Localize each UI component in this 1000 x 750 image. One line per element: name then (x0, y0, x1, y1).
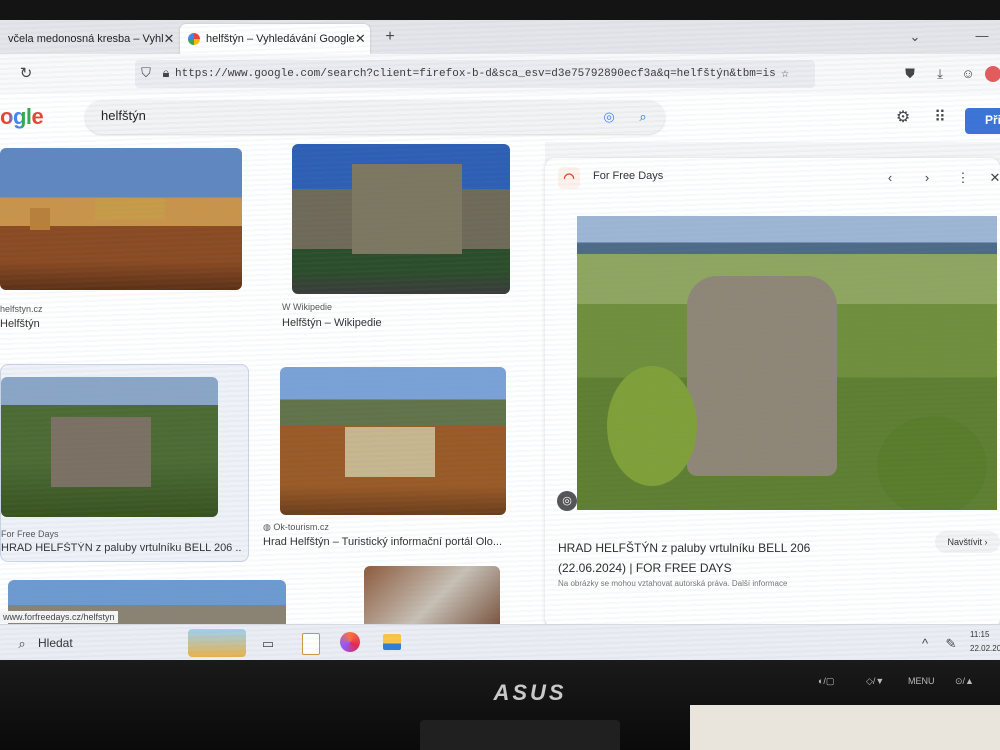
file-explorer-icon[interactable] (383, 634, 401, 650)
tab-bar: včela medonosná kresba – Vyhl ✕ helfštýn… (0, 20, 1000, 54)
tab-helfstyn[interactable]: helfštýn – Vyhledávání Google ✕ (180, 24, 370, 54)
close-icon[interactable]: ✕ (164, 31, 175, 47)
result-source-2[interactable]: W Wikipedie (282, 302, 332, 312)
minimize-icon[interactable]: — (972, 26, 992, 46)
tray-chevron-icon[interactable]: ^ (918, 634, 932, 654)
visit-button[interactable]: Navštívit › (935, 531, 1000, 553)
close-panel-icon[interactable]: ✕ (985, 168, 1000, 188)
result-title-4[interactable]: Hrad Helfštýn – Turistický informační po… (263, 536, 502, 548)
wikipedia-icon: W (282, 302, 293, 312)
result-image-4[interactable] (280, 367, 506, 515)
globe-icon: ◍ (263, 522, 274, 532)
close-icon[interactable]: ✕ (355, 31, 366, 47)
widgets-icon[interactable] (188, 629, 246, 657)
panel-preview-image[interactable] (577, 216, 997, 510)
status-bar-url: www.forfreedays.cz/helfstyn (0, 611, 118, 623)
url-bar[interactable]: ⛉ 🔒︎ https://www.google.com/search?clien… (135, 60, 815, 88)
monitor-button-2[interactable]: ◇/▼ (866, 676, 884, 692)
bookmark-star-icon[interactable]: ☆ (775, 64, 795, 84)
google-favicon-icon (188, 33, 200, 45)
result-source-1[interactable]: helfstyn.cz (0, 304, 43, 314)
more-options-icon[interactable]: ⋮ (953, 168, 973, 188)
shield-icon: ⛉ (141, 66, 151, 81)
sign-in-button[interactable]: Přihlásit (965, 108, 1000, 134)
monitor-power-button[interactable]: ⊙/▲ (955, 676, 974, 692)
result-image-3[interactable] (1, 377, 218, 517)
taskbar-search[interactable]: Hledat (38, 636, 73, 650)
settings-gear-icon[interactable]: ⚙ (893, 108, 913, 128)
reload-icon[interactable]: ↻ (16, 64, 36, 84)
google-logo[interactable]: ogle (0, 104, 44, 130)
url-text: https://www.google.com/search?client=fir… (175, 68, 775, 80)
time: 11:15 (970, 630, 990, 639)
apps-grid-icon[interactable]: ⠿ (930, 108, 950, 128)
result-title-2[interactable]: Helfštýn – Wikipedie (282, 317, 382, 329)
search-icon[interactable]: ⌕ (12, 634, 32, 654)
extension-icon[interactable] (985, 66, 1000, 82)
date: 22.02.2025 (970, 644, 1000, 653)
desk (690, 705, 1000, 750)
task-view-icon[interactable]: ▭ (258, 634, 278, 654)
monitor-stand (420, 720, 620, 750)
result-image-2[interactable] (292, 144, 510, 294)
pen-icon[interactable]: ✎ (943, 634, 959, 654)
download-icon[interactable]: ⤓ (930, 64, 950, 84)
result-source-4[interactable]: ◍ Ok-tourism.cz (263, 522, 329, 533)
image-results: helfstyn.cz Helfštýn W Wikipedie Helfštý… (0, 142, 545, 662)
taskbar: www.forfreedays.cz/helfstyn ⌕ Hledat ▭ ^… (0, 611, 1000, 663)
google-header: ogle helfštýn ◎ ⌕ ⚙ ⠿ Přihlásit (0, 94, 1000, 142)
monitor-bezel-top (0, 0, 1000, 20)
new-tab-button[interactable]: + (380, 27, 400, 47)
lens-icon[interactable]: ◎ (599, 107, 619, 127)
firefox-icon[interactable] (340, 632, 360, 652)
panel-site-name[interactable]: For Free Days (593, 170, 663, 182)
account-icon[interactable]: ☺ (958, 64, 978, 84)
chevron-left-icon[interactable]: ‹ (880, 168, 900, 188)
chevron-right-icon[interactable]: › (917, 168, 937, 188)
result-image-1[interactable] (0, 148, 242, 290)
result-title-1[interactable]: Helfštýn (0, 318, 40, 330)
tab-vcela[interactable]: včela medonosná kresba – Vyhl ✕ (0, 24, 178, 54)
lock-icon: 🔒︎ (162, 66, 170, 81)
screen: včela medonosná kresba – Vyhl ✕ helfštýn… (0, 20, 1000, 663)
monitor-button-1[interactable]: ◐/▢ (818, 676, 834, 692)
chevron-down-icon[interactable]: ⌄ (905, 27, 925, 47)
search-icon[interactable]: ⌕ (633, 107, 653, 127)
panel-title[interactable]: HRAD HELFŠTÝN z paluby vrtulníku BELL 20… (558, 538, 878, 578)
tab-label: včela medonosná kresba – Vyhl (8, 33, 164, 45)
result-card-selected[interactable]: For Free Days HRAD HELFŠTÝN z paluby vrt… (0, 364, 249, 562)
monitor-menu-button[interactable]: MENU (908, 676, 935, 692)
notes-app-icon[interactable] (302, 633, 320, 655)
lens-search-icon[interactable]: ◎ (557, 491, 577, 511)
site-favicon-icon: ◠ (558, 167, 580, 189)
clock[interactable]: 11:15 22.02.2025 (970, 628, 1000, 656)
nav-bar: ↻ ⛉ 🔒︎ https://www.google.com/search?cli… (0, 54, 1000, 95)
result-source-3[interactable]: For Free Days (1, 529, 59, 539)
result-title-3[interactable]: HRAD HELFŠTÝN z paluby vrtulníku BELL 20… (1, 542, 241, 554)
search-query: helfštýn (101, 108, 146, 123)
pocket-icon[interactable]: ⛊ (900, 64, 920, 84)
copyright-note[interactable]: Na obrázky se mohou vztahovat autorská p… (558, 579, 787, 588)
search-input[interactable]: helfštýn ◎ ⌕ (85, 100, 665, 134)
monitor-brand-logo: ASUS (493, 680, 567, 705)
tab-label: helfštýn – Vyhledávání Google (206, 33, 355, 45)
preview-panel: ◠ For Free Days ‹ › ⋮ ✕ ◎ HRAD HELFŠTÝN … (545, 158, 1000, 628)
